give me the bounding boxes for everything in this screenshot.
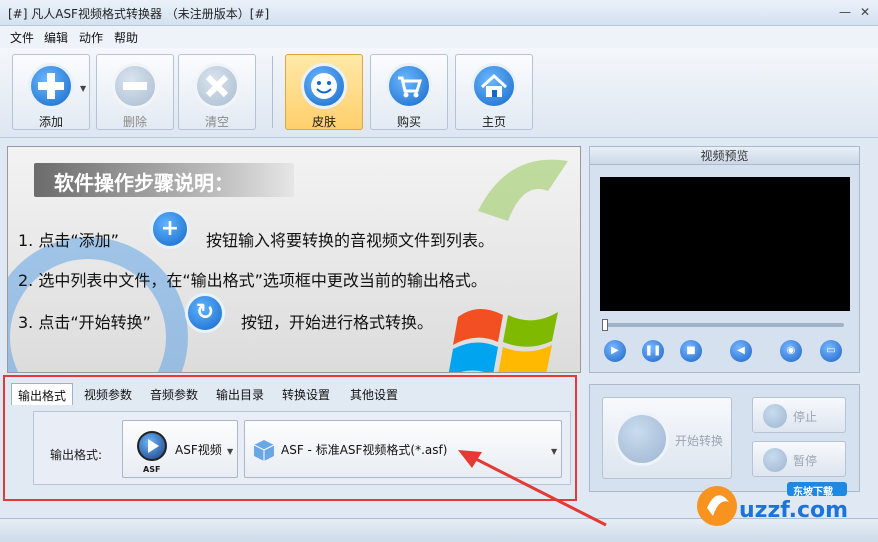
video-box-icon: [253, 440, 275, 461]
conversion-actions-panel: 开始转换 停止 暂停: [589, 384, 860, 492]
skin-label: 皮肤: [311, 115, 336, 129]
title-bar: [#] 凡人ASF视频格式转换器 （未注册版本）[#] — ✕: [0, 0, 878, 26]
green-arrow-decoration-icon: [478, 159, 568, 221]
chevron-down-icon: ▼: [551, 447, 558, 456]
pause-icon[interactable]: ❚❚: [642, 340, 664, 362]
menu-edit[interactable]: 编辑: [44, 29, 68, 46]
chevron-down-icon: ▼: [227, 447, 234, 456]
step-1-text-b: 按钮输入将要转换的音视频文件到列表。: [206, 231, 495, 250]
output-format-label: 输出格式:: [50, 448, 103, 462]
add-label: 添加: [38, 115, 63, 129]
watermark-badge: 东坡下载: [793, 487, 833, 498]
refresh-arrow-icon: [615, 412, 669, 466]
watermark-site: uzzf.com: [739, 498, 849, 523]
stop-button[interactable]: 停止: [752, 397, 846, 433]
asf-icon-caption: ASF: [143, 465, 161, 474]
window-title: [#] 凡人ASF视频格式转换器 （未注册版本）[#]: [8, 7, 270, 21]
start-convert-label: 开始转换: [675, 434, 724, 448]
volume-icon[interactable]: ◀: [730, 340, 752, 362]
guide-title: 软件操作步骤说明：: [34, 163, 294, 197]
format-profile-select[interactable]: ASF - 标准ASF视频格式(*.asf) ▼: [244, 420, 562, 478]
instructions-panel: 软件操作步骤说明： 1. 点击“添加” + 按钮输入将要转换的音视频文件到列表。…: [7, 146, 581, 373]
step-1-text-a: 1. 点击“添加”: [18, 231, 119, 250]
menu-action[interactable]: 动作: [79, 29, 103, 46]
add-dropdown-arrow-icon[interactable]: ▼: [80, 84, 86, 93]
tab-convert-settings[interactable]: 转换设置: [277, 383, 335, 405]
close-button[interactable]: ✕: [856, 3, 874, 21]
smiley-icon: [301, 63, 347, 109]
menu-help[interactable]: 帮助: [114, 29, 138, 46]
toolbar: 添加 ▼ 删除 清空 皮肤 购买 主页: [0, 48, 878, 138]
output-format-tab-body: 输出格式: ASF ASF视频 ▼ ASF - 标准ASF视频格式(*.asf)…: [33, 411, 571, 485]
video-screen: [600, 177, 850, 311]
buy-button[interactable]: 购买: [370, 54, 448, 130]
tab-other-settings[interactable]: 其他设置: [345, 383, 403, 405]
tab-audio-params[interactable]: 音频参数: [145, 383, 203, 405]
delete-button[interactable]: 删除: [96, 54, 174, 130]
output-settings-panel: 输出格式 视频参数 音频参数 输出目录 转换设置 其他设置 输出格式: ASF …: [3, 375, 577, 501]
add-button[interactable]: 添加: [12, 54, 90, 130]
play-icon[interactable]: ▶: [604, 340, 626, 362]
home-label: 主页: [481, 115, 506, 129]
seek-bar[interactable]: [604, 323, 844, 327]
pause-label: 暂停: [793, 454, 818, 468]
uzzf-watermark-logo: 东坡下载 uzzf.com: [695, 478, 875, 530]
step-start-convert-icon: ↻: [185, 293, 225, 333]
video-preview-panel: 视频预览 ▶ ❚❚ ■ ◀ ◉ ▭: [589, 146, 860, 373]
home-button[interactable]: 主页: [455, 54, 533, 130]
start-convert-button[interactable]: 开始转换: [602, 397, 732, 479]
menu-file[interactable]: 文件: [10, 29, 34, 46]
buy-label: 购买: [396, 115, 421, 129]
step-3-text-b: 按钮，开始进行格式转换。: [241, 313, 434, 332]
step-2-text: 2. 选中列表中文件，在“输出格式”选项框中更改当前的输出格式。: [18, 271, 487, 290]
windows-flag-icon: [448, 308, 558, 372]
step-add-plus-icon: +: [150, 209, 190, 249]
delete-label: 删除: [122, 115, 147, 129]
stop-label: 停止: [793, 410, 818, 424]
x-icon: [194, 63, 240, 109]
snapshot-camera-icon[interactable]: ◉: [780, 340, 802, 362]
tab-video-params[interactable]: 视频参数: [79, 383, 137, 405]
tab-output-dir[interactable]: 输出目录: [211, 383, 269, 405]
step-3-text-a: 3. 点击“开始转换”: [18, 313, 151, 332]
clear-button[interactable]: 清空: [178, 54, 256, 130]
home-icon: [471, 63, 517, 109]
toolbar-separator: [272, 56, 273, 128]
format-profile-value: ASF - 标准ASF视频格式(*.asf): [281, 443, 448, 457]
stop-icon[interactable]: ■: [680, 340, 702, 362]
pause-button[interactable]: 暂停: [752, 441, 846, 477]
stop-square-icon: [763, 404, 787, 428]
tab-output-format[interactable]: 输出格式: [11, 383, 73, 405]
skin-button[interactable]: 皮肤: [285, 54, 363, 130]
cart-icon: [386, 63, 432, 109]
clear-label: 清空: [204, 115, 229, 129]
minus-icon: [112, 63, 158, 109]
format-type-select[interactable]: ASF ASF视频 ▼: [122, 420, 238, 478]
seek-thumb[interactable]: [602, 319, 608, 331]
open-folder-icon[interactable]: ▭: [820, 340, 842, 362]
windows-logo-watermark-icon: [8, 237, 188, 372]
minimize-button[interactable]: —: [836, 3, 854, 21]
format-type-value: ASF视频: [175, 443, 222, 457]
preview-title: 视频预览: [590, 147, 859, 165]
menu-bar: 文件 编辑 动作 帮助: [0, 26, 878, 48]
pause-bars-icon: [763, 448, 787, 472]
asf-format-icon: [137, 431, 167, 461]
plus-icon: [28, 63, 74, 109]
